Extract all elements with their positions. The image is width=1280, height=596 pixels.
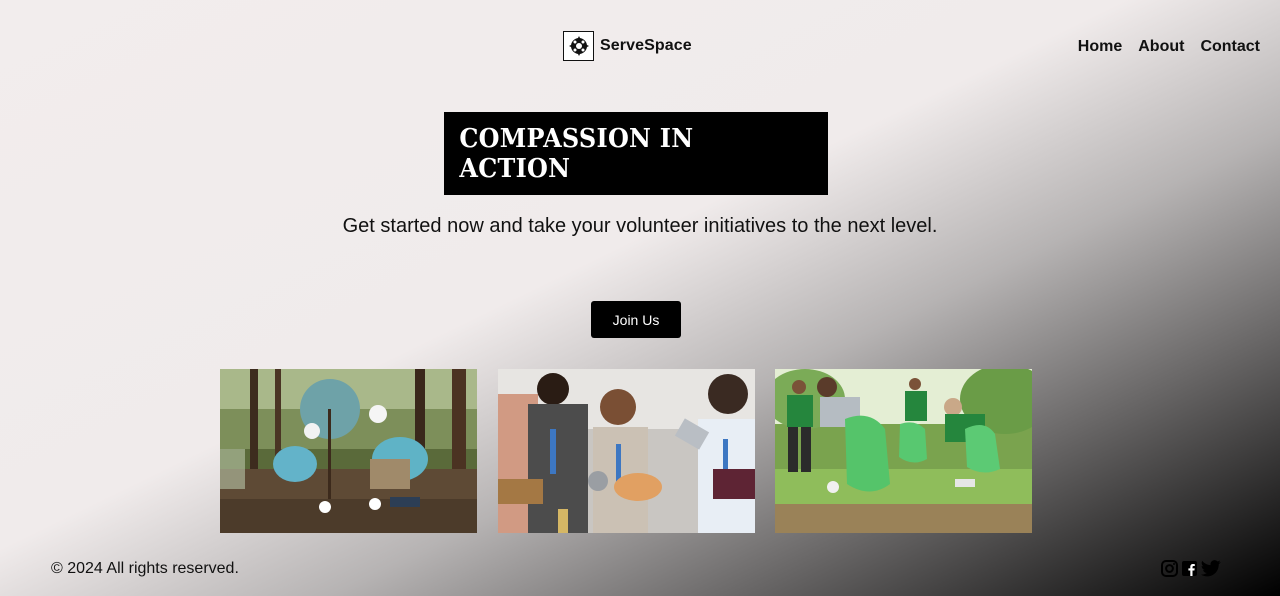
hero-title-box: COMPASSION IN ACTION bbox=[444, 112, 828, 195]
brand-logo[interactable]: ServeSpace bbox=[563, 31, 692, 61]
logo-icon bbox=[563, 31, 594, 61]
brand-name: ServeSpace bbox=[600, 37, 692, 54]
hero-title: COMPASSION IN ACTION bbox=[459, 123, 694, 184]
join-us-button[interactable]: Join Us bbox=[591, 301, 681, 338]
twitter-icon[interactable] bbox=[1201, 560, 1221, 577]
nav-about[interactable]: About bbox=[1138, 38, 1184, 56]
instagram-icon[interactable] bbox=[1161, 560, 1178, 577]
hero-subtitle: Get started now and take your volunteer … bbox=[342, 215, 938, 237]
food-drive-volunteers-photo bbox=[498, 369, 755, 533]
social-links bbox=[1161, 560, 1221, 577]
main-nav: Home About Contact bbox=[1078, 38, 1260, 56]
park-cleanup-volunteers-photo bbox=[775, 369, 1032, 533]
facebook-icon[interactable] bbox=[1182, 561, 1197, 576]
nav-contact[interactable]: Contact bbox=[1200, 38, 1260, 56]
volunteers-planting-tree-photo bbox=[220, 369, 477, 533]
nav-home[interactable]: Home bbox=[1078, 38, 1122, 56]
copyright-text: © 2024 All rights reserved. bbox=[51, 560, 239, 577]
